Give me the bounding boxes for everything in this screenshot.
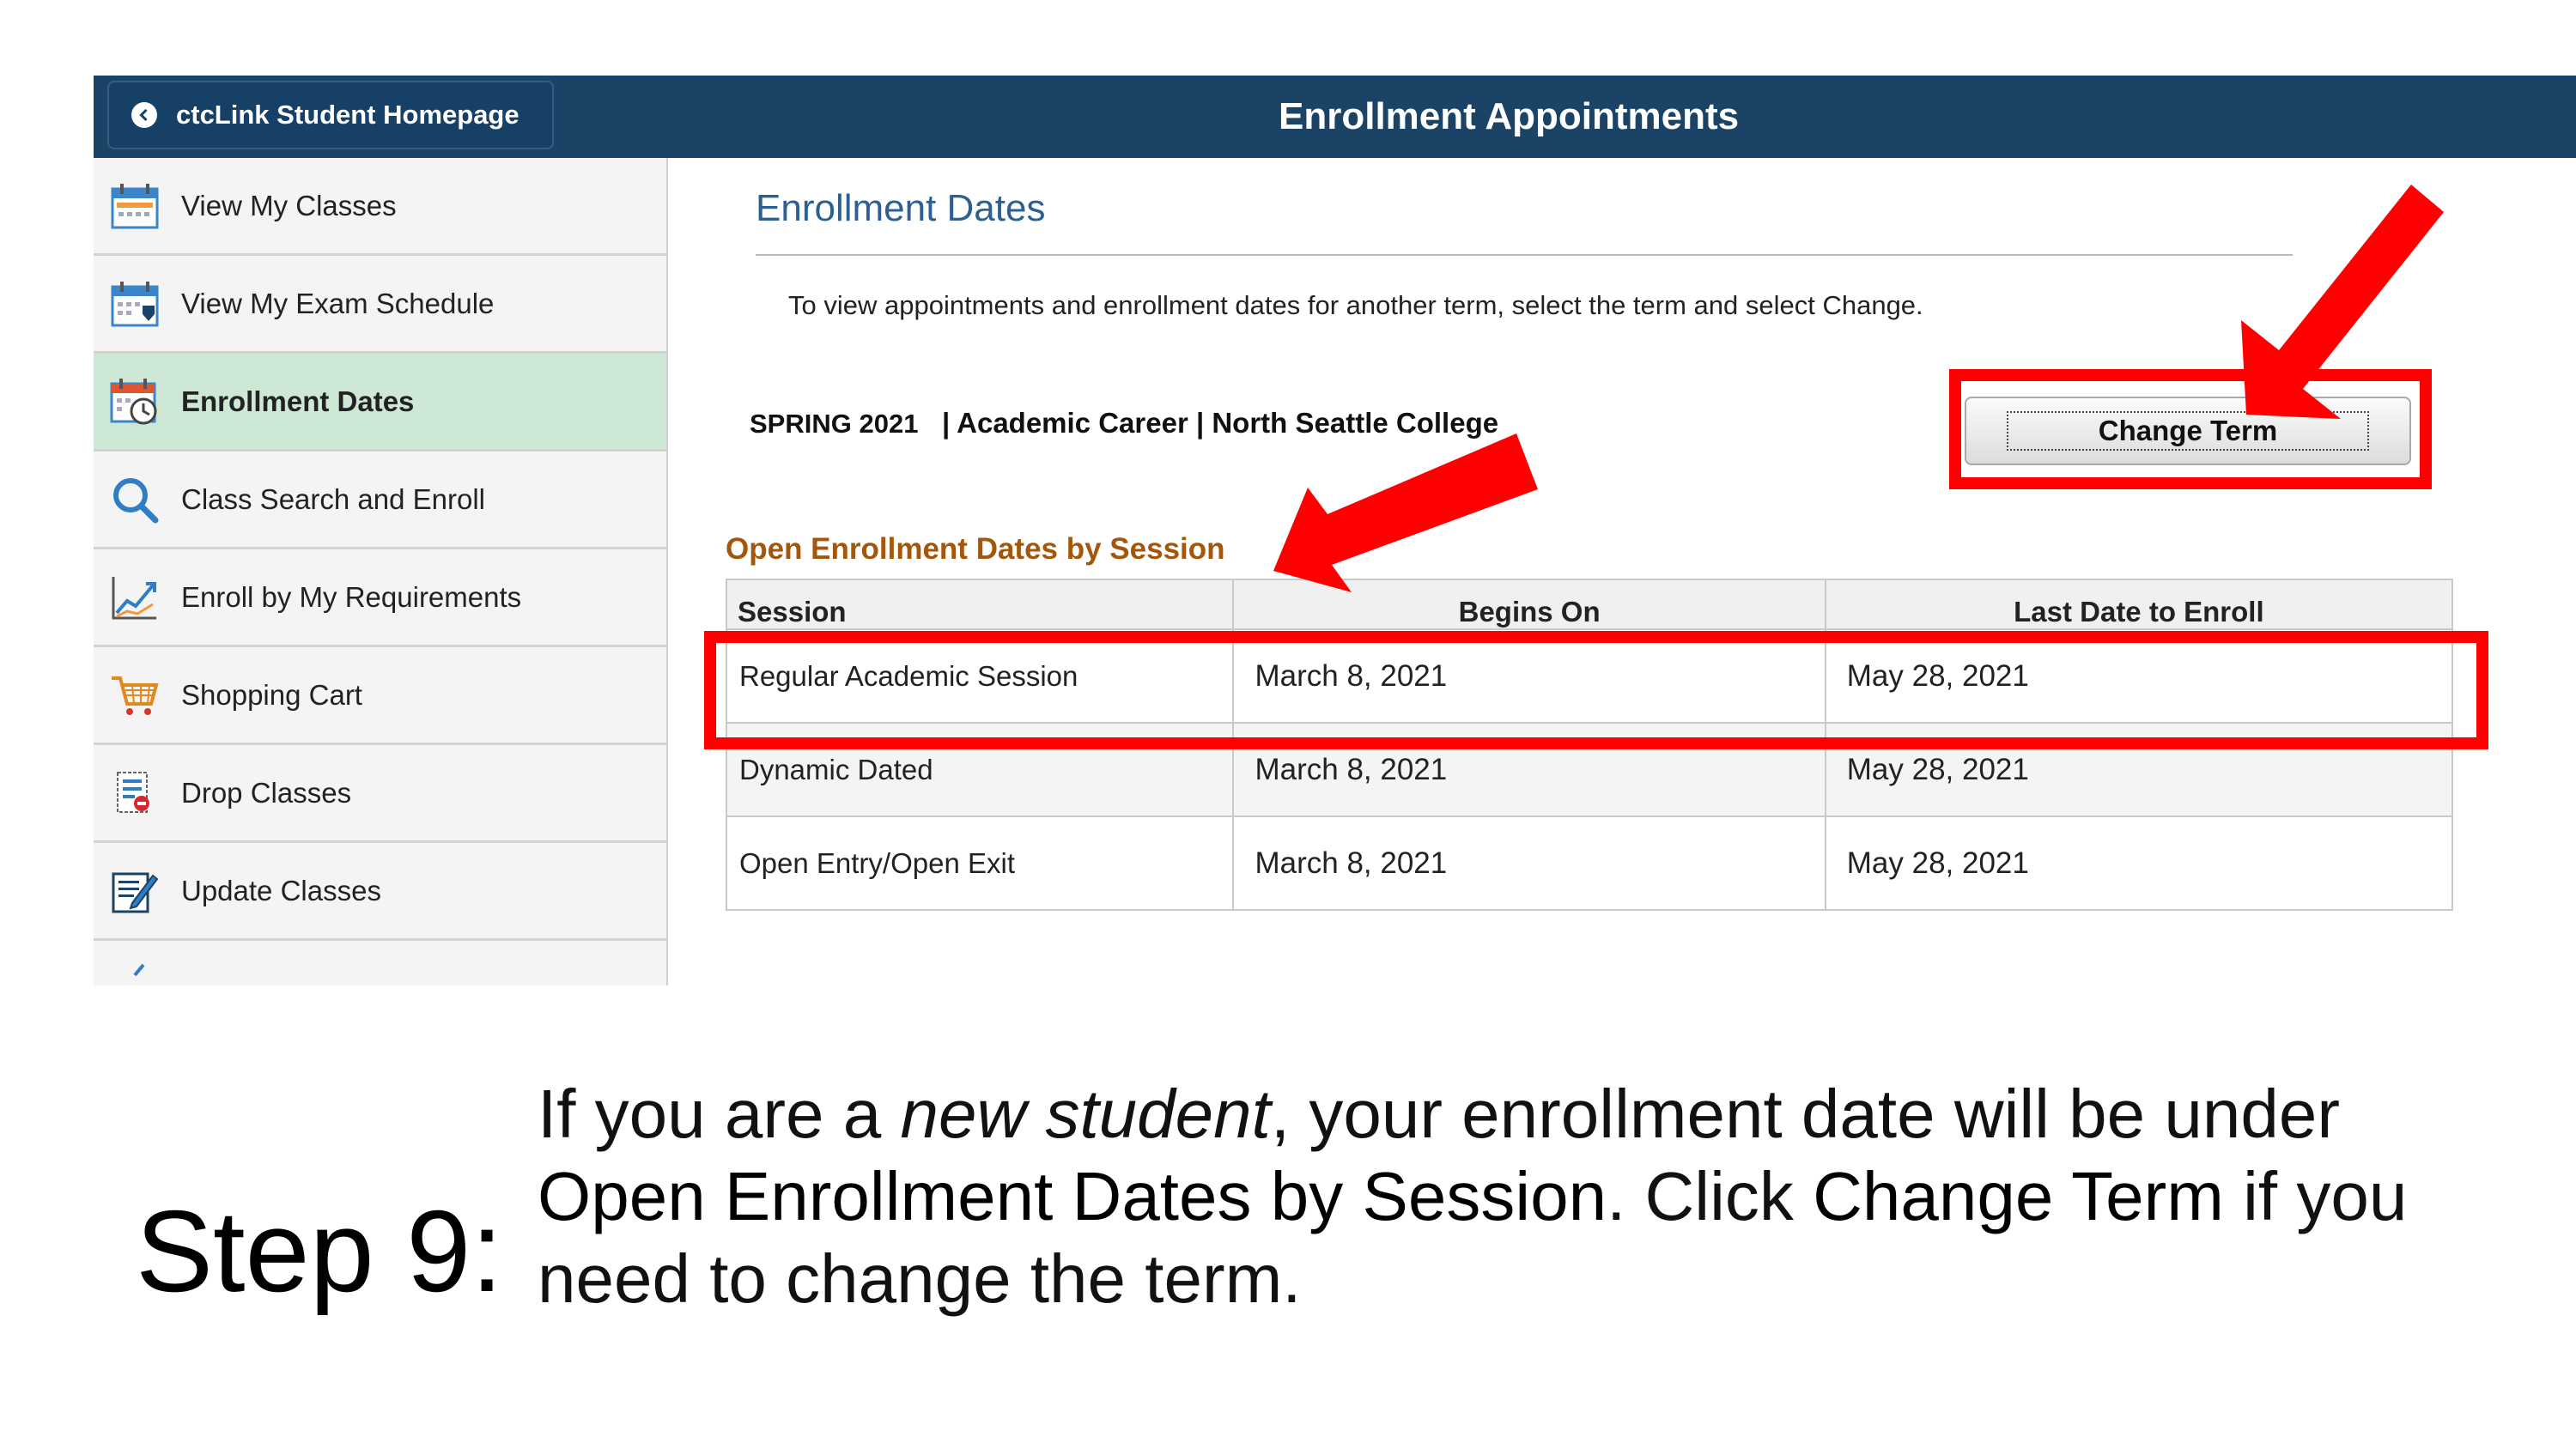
step-term-open-enrollment: Open Enrollment Dates by Session [538,1158,1607,1234]
step-line2-mid: . Click [1607,1158,1814,1234]
trend-chart-icon [109,572,161,623]
table-header-row: Session Begins On Last Date to Enroll [725,579,2454,630]
exam-calendar-icon [109,278,161,330]
column-header-session: Session [725,579,1235,630]
page-title: Enrollment Appointments [1279,95,1740,137]
sidebar-item-shopping-cart[interactable]: Shopping Cart [94,647,666,745]
sidebar-item-enrollment-dates[interactable]: Enrollment Dates [94,354,666,452]
main-content: Enrollment Dates To view appointments an… [668,158,2576,985]
sidebar-item-drop-classes[interactable]: Drop Classes [94,745,666,843]
sidebar-item-label: View My Exam Schedule [181,287,495,319]
sidebar-item-label: Enrollment Dates [181,385,415,417]
term-name: SPRING 2021 [750,409,919,439]
step-line1-suffix: , your enrollment date will be under [1270,1076,2340,1152]
search-icon [109,474,161,525]
sidebar-item-label: View My Classes [181,189,397,221]
enrollment-calendar-clock-icon [109,376,161,427]
highlight-box-change-term [1949,369,2432,489]
shopping-cart-icon [109,670,161,721]
step-line2-suffix: if you [2223,1158,2408,1234]
career-college: | Academic Career | North Seattle Colleg… [941,407,1499,439]
section-title: Enrollment Dates [756,187,1046,229]
step-label: Step 9: [136,1186,503,1316]
sidebar-item-view-my-exam-schedule[interactable]: View My Exam Schedule [94,256,666,354]
table-row: Open Entry/Open Exit March 8, 2021 May 2… [725,815,2454,911]
step-line3: need to change the term. [538,1240,1302,1317]
table-caption: Open Enrollment Dates by Session [726,532,1225,566]
back-button-label: ctcLink Student Homepage [176,100,519,130]
back-to-homepage-button[interactable]: ctcLink Student Homepage [107,81,554,149]
header-bar: ctcLink Student Homepage Enrollment Appo… [94,76,2576,158]
sidebar-item-enroll-by-my-requirements[interactable]: Enroll by My Requirements [94,549,666,647]
sidebar-item-label: Update Classes [181,874,381,906]
column-header-begins-on: Begins On [1232,579,1826,630]
sidebar: View My Classes View My Exam Schedule En… [94,158,668,985]
calendar-icon [109,180,161,232]
last-date-cell: May 28, 2021 [1824,815,2454,911]
begins-on-cell: March 8, 2021 [1232,815,1826,911]
sidebar-item-class-search-and-enroll[interactable]: Class Search and Enroll [94,452,666,549]
sidebar-item-label: Drop Classes [181,776,352,809]
sidebar-item-label: Enroll by My Requirements [181,580,522,613]
edit-document-icon [109,865,161,917]
sidebar-item-update-classes[interactable]: Update Classes [94,843,666,941]
sidebar-item-partial [94,958,666,985]
chevron-left-icon [131,102,157,128]
sidebar-item-label: Shopping Cart [181,678,362,711]
instruction-text: To view appointments and enrollment date… [788,290,1923,320]
highlight-box-regular-session [704,631,2488,749]
step-term-change-term: Change Term [1813,1158,2224,1234]
drop-list-icon [109,767,161,819]
divider [756,254,2293,256]
term-info: SPRING 2021 | Academic Career | North Se… [750,407,1498,440]
app-screen: ctcLink Student Homepage Enrollment Appo… [94,76,2576,985]
step-line1-prefix: If you are a [538,1076,901,1152]
column-header-last-date: Last Date to Enroll [1824,579,2454,630]
step-instructions: If you are a new student, your enrollmen… [538,1073,2512,1320]
step-emphasis-new-student: new student [900,1076,1271,1152]
sidebar-item-label: Class Search and Enroll [181,482,486,515]
sidebar-item-view-my-classes[interactable]: View My Classes [94,158,666,256]
session-cell: Open Entry/Open Exit [725,815,1235,911]
